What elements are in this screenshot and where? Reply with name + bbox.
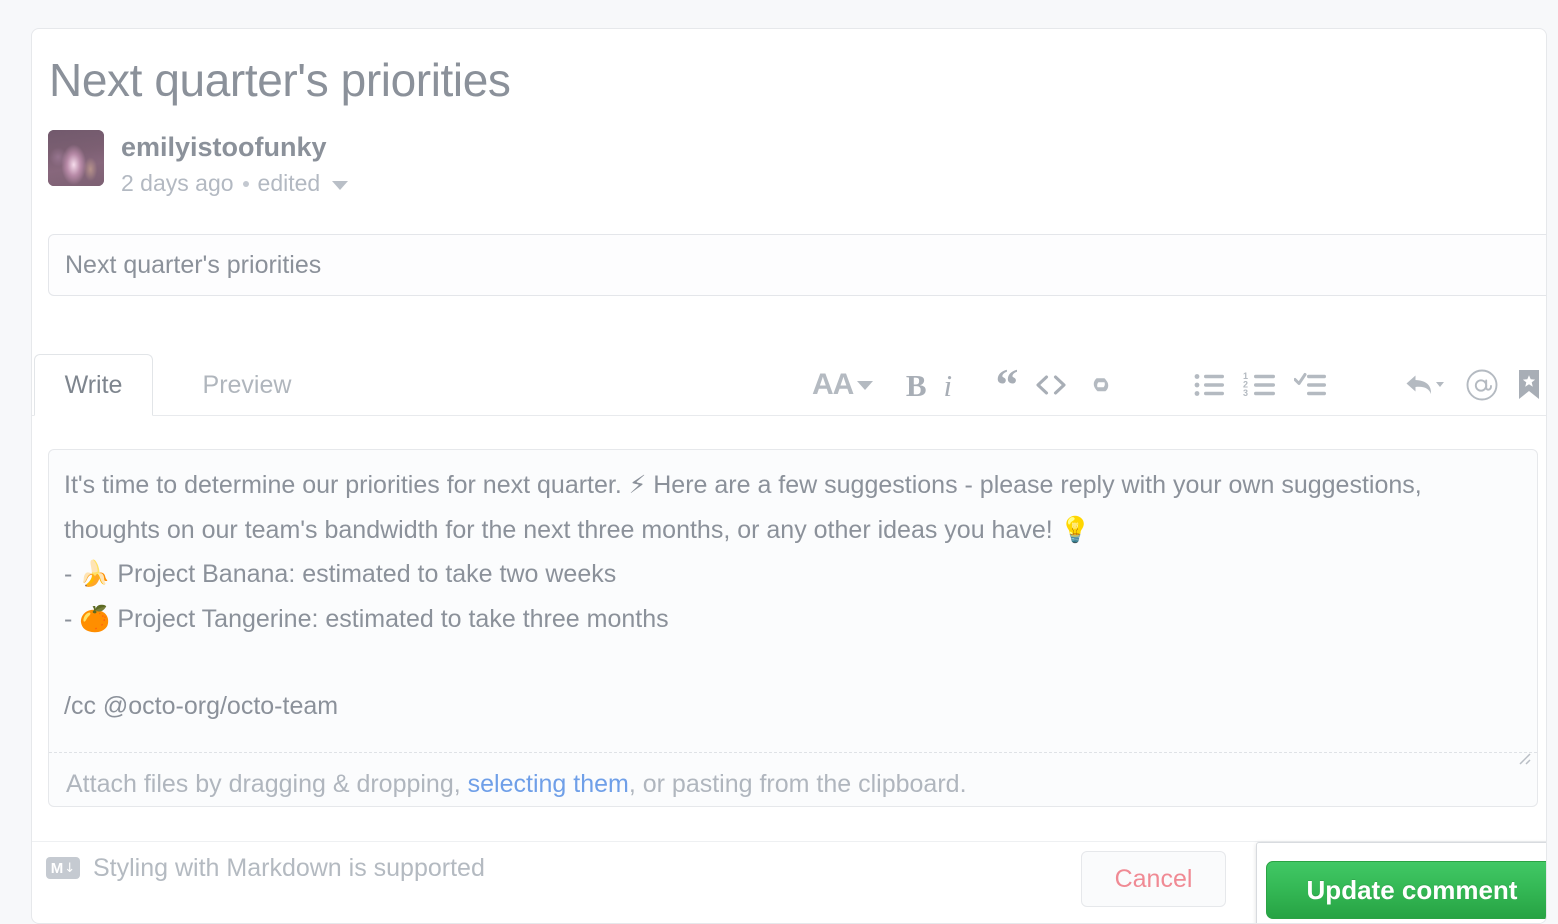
attach-hint-suffix: , or pasting from the clipboard. <box>628 770 967 798</box>
comment-timestamp: 2 days ago <box>121 170 234 196</box>
meta-separator-dot <box>242 180 249 187</box>
font-size-button[interactable]: AA <box>812 363 874 407</box>
markdown-note-text: Styling with Markdown is supported <box>93 853 485 882</box>
chevron-down-icon <box>857 380 874 390</box>
issue-title-field-wrap <box>48 234 1546 296</box>
cancel-button[interactable]: Cancel <box>1081 851 1226 907</box>
italic-button[interactable]: i <box>944 363 953 407</box>
comment-body-text[interactable]: It's time to determine our priorities fo… <box>64 463 1511 728</box>
comment-line-4: /cc @octo-org/octo-team <box>64 691 339 720</box>
reply-button[interactable] <box>1404 363 1448 407</box>
comment-line-3-prefix: - <box>64 604 80 633</box>
task-list-icon <box>1294 373 1327 396</box>
ordered-list-button[interactable]: 1 2 3 <box>1243 363 1277 407</box>
quote-icon: “ <box>995 359 1019 411</box>
ordered-list-icon: 1 2 3 <box>1243 372 1276 398</box>
code-icon <box>1036 375 1067 395</box>
comment-line-1a: It's time to determine our priorities fo… <box>64 471 629 499</box>
comment-meta: 2 days ago edited <box>121 170 349 197</box>
attach-hint-prefix: Attach files by dragging & dropping, <box>66 770 468 798</box>
avatar-image <box>48 130 104 186</box>
bulb-emoji: 💡 <box>1059 514 1091 544</box>
comment-line-3: Project Tangerine: estimated to take thr… <box>110 604 669 633</box>
page-title: Next quarter's priorities <box>49 54 511 106</box>
reply-icon <box>1406 375 1445 394</box>
markdown-toolbar: AA B i “ 1 2 3 <box>812 354 1542 416</box>
code-button[interactable] <box>1035 363 1067 407</box>
tab-write[interactable]: Write <box>34 354 153 416</box>
mention-button[interactable] <box>1465 363 1499 407</box>
tangerine-emoji: 🍊 <box>79 603 111 633</box>
edited-label[interactable]: edited <box>258 170 321 197</box>
zap-emoji: ⚡ <box>628 470 647 499</box>
mention-icon <box>1466 369 1498 401</box>
markdown-icon-letter: M <box>50 859 64 877</box>
update-comment-button[interactable]: Update comment <box>1266 861 1546 919</box>
issue-comment-card: Next quarter's priorities emilyistoofunk… <box>31 28 1547 924</box>
link-button[interactable] <box>1084 363 1118 407</box>
saved-replies-button[interactable] <box>1516 363 1542 407</box>
page-root: Next quarter's priorities emilyistoofunk… <box>0 0 1558 924</box>
markdown-icon: M ↓ <box>46 857 80 879</box>
attach-files-hint: Attach files by dragging & dropping, sel… <box>66 770 967 799</box>
user-avatar[interactable] <box>48 130 104 186</box>
italic-icon: i <box>943 367 953 403</box>
saved-reply-bookmark-icon <box>1519 370 1540 399</box>
task-list-button[interactable] <box>1294 363 1328 407</box>
quote-button[interactable]: “ <box>995 359 1019 411</box>
link-icon <box>1094 378 1109 392</box>
unordered-list-button[interactable] <box>1194 363 1226 407</box>
font-size-label: AA <box>812 368 854 401</box>
issue-title-input[interactable] <box>48 234 1546 296</box>
comment-line-2-prefix: - <box>64 560 80 588</box>
textarea-resize-handle[interactable] <box>1514 748 1532 766</box>
markdown-supported-note[interactable]: M ↓ Styling with Markdown is supported <box>46 845 485 891</box>
svg-text:3: 3 <box>1243 388 1248 398</box>
banana-emoji: 🍌 <box>79 559 111 588</box>
author-username[interactable]: emilyistoofunky <box>121 132 327 163</box>
resize-grip-icon <box>1519 753 1531 765</box>
select-files-link[interactable]: selecting them <box>468 770 629 798</box>
unordered-list-icon <box>1194 374 1225 396</box>
chevron-down-icon[interactable] <box>332 181 349 190</box>
attach-divider <box>49 752 1537 753</box>
bold-icon: B <box>905 367 927 403</box>
markdown-icon-arrow: ↓ <box>64 860 76 876</box>
comment-line-2: Project Banana: estimated to take two we… <box>110 560 617 588</box>
tab-preview[interactable]: Preview <box>162 354 332 416</box>
comment-body-field[interactable]: It's time to determine our priorities fo… <box>48 449 1538 807</box>
bold-button[interactable]: B <box>906 363 927 407</box>
